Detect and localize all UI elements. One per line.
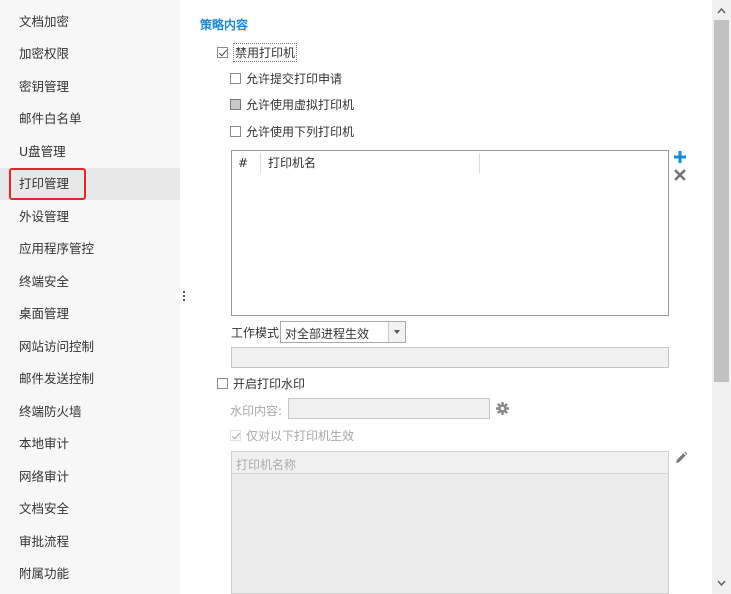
enable-watermark-checkbox[interactable]: 开启打印水印	[217, 374, 305, 392]
sidebar-item-endpoint-security[interactable]: 终端安全	[0, 266, 180, 298]
watermark-printer-list[interactable]: 打印机名称	[231, 451, 669, 594]
work-mode-label: 工作模式	[231, 326, 280, 340]
sidebar-item-label: 邮件白名单	[19, 111, 82, 126]
sidebar-item-label: 网站访问控制	[19, 339, 95, 354]
vertical-scrollbar[interactable]	[712, 0, 731, 594]
enable-watermark-label: 开启打印水印	[233, 376, 306, 391]
checkbox-icon[interactable]	[217, 377, 228, 389]
sidebar-item-encryption-permission[interactable]: 加密权限	[0, 38, 180, 70]
section-title: 策略内容	[200, 18, 249, 32]
column-divider	[260, 153, 261, 173]
sidebar-item-label: 审批流程	[19, 534, 70, 549]
sidebar-item-label: 终端防火墙	[19, 404, 82, 419]
sidebar-item-label: 邮件发送控制	[19, 371, 95, 386]
chevron-down-icon[interactable]	[388, 322, 405, 342]
sidebar-item-label: 本地审计	[19, 436, 70, 451]
allow-virtual-printer-label: 允许使用虚拟打印机	[246, 97, 355, 112]
only-listed-printers-checkbox[interactable]: 仅对以下打印机生效	[230, 426, 354, 444]
sidebar-item-key-management[interactable]: 密钥管理	[0, 71, 180, 103]
sidebar-item-desktop-management[interactable]: 桌面管理	[0, 298, 180, 330]
sidebar-item-website-access-control[interactable]: 网站访问控制	[0, 331, 180, 363]
checkbox-icon[interactable]	[230, 72, 241, 84]
checkbox-disabled-icon[interactable]	[230, 429, 241, 441]
pencil-icon[interactable]	[674, 451, 688, 465]
close-icon[interactable]	[674, 169, 686, 181]
sidebar-item-label: 桌面管理	[19, 306, 70, 321]
watermark-content-label: 水印内容:	[230, 404, 283, 418]
arrow-down-icon[interactable]	[712, 576, 731, 590]
only-listed-printers-label: 仅对以下打印机生效	[246, 428, 355, 443]
scrollbar-thumb[interactable]	[714, 20, 729, 382]
active-highlight-box	[9, 168, 86, 200]
printer-list-table[interactable]: # 打印机名	[231, 150, 669, 316]
allow-submit-request-label: 允许提交打印申请	[246, 71, 343, 86]
work-mode-value: 对全部进程生效	[285, 327, 370, 341]
sidebar-item-endpoint-firewall[interactable]: 终端防火墙	[0, 396, 180, 428]
sidebar-item-local-audit[interactable]: 本地审计	[0, 428, 180, 460]
sidebar-item-label: 应用程序管控	[19, 241, 95, 256]
watermark-content-input[interactable]	[288, 398, 490, 419]
sidebar-item-app-control[interactable]: 应用程序管控	[0, 233, 180, 265]
printer-name-input[interactable]: 打印机名称	[232, 452, 668, 474]
sidebar-item-auxiliary-features[interactable]: 附属功能	[0, 558, 180, 590]
sidebar-item-label: 附属功能	[19, 566, 70, 581]
column-header-printer-name[interactable]: 打印机名	[268, 151, 316, 175]
plus-icon[interactable]	[673, 150, 687, 164]
printer-name-placeholder: 打印机名称	[236, 458, 297, 472]
sidebar-item-email-whitelist[interactable]: 邮件白名单	[0, 103, 180, 135]
sidebar-item-peripheral-management[interactable]: 外设管理	[0, 201, 180, 233]
sidebar-item-approval-workflow[interactable]: 审批流程	[0, 526, 180, 558]
sidebar-item-usb-management[interactable]: U盘管理	[0, 136, 180, 168]
sidebar-item-label: 终端安全	[19, 274, 70, 289]
sidebar-item-label: 文档安全	[19, 501, 70, 516]
panel-splitter-handle[interactable]	[183, 291, 186, 307]
checkbox-icon[interactable]	[230, 125, 241, 137]
gear-icon[interactable]	[496, 402, 509, 415]
sidebar-item-label: 密钥管理	[19, 79, 70, 94]
disable-printer-checkbox[interactable]: 禁用打印机	[217, 42, 298, 62]
allow-submit-request-checkbox[interactable]: 允许提交打印申请	[230, 69, 342, 87]
allow-virtual-printer-checkbox[interactable]: 允许使用虚拟打印机	[230, 95, 354, 113]
allow-listed-printers-checkbox[interactable]: 允许使用下列打印机	[230, 122, 354, 140]
allow-listed-printers-label: 允许使用下列打印机	[246, 124, 355, 139]
checkbox-indeterminate-icon[interactable]	[230, 98, 241, 110]
work-mode-detail-field	[231, 347, 669, 368]
sidebar-item-label: 文档加密	[19, 14, 70, 29]
sidebar-item-print-management[interactable]: 打印管理	[0, 168, 180, 200]
sidebar-item-document-security[interactable]: 文档安全	[0, 493, 180, 525]
column-divider	[479, 153, 480, 173]
sidebar-item-label: U盘管理	[19, 144, 66, 159]
sidebar-item-network-audit[interactable]: 网络审计	[0, 461, 180, 493]
checkbox-checked-icon[interactable]	[217, 46, 228, 58]
sidebar-item-label: 外设管理	[19, 209, 70, 224]
column-header-index[interactable]: #	[238, 151, 248, 175]
sidebar-item-label: 网络审计	[19, 469, 70, 484]
sidebar-item-doc-encryption[interactable]: 文档加密	[0, 6, 180, 38]
sidebar-item-label: 加密权限	[19, 46, 70, 61]
disable-printer-label: 禁用打印机	[233, 42, 298, 62]
sidebar-item-email-send-control[interactable]: 邮件发送控制	[0, 363, 180, 395]
sidebar: 文档加密 加密权限 密钥管理 邮件白名单 U盘管理 打印管理 外设管理 应用程序…	[0, 0, 180, 594]
arrow-up-icon[interactable]	[712, 4, 731, 18]
work-mode-select[interactable]: 对全部进程生效	[280, 321, 406, 343]
